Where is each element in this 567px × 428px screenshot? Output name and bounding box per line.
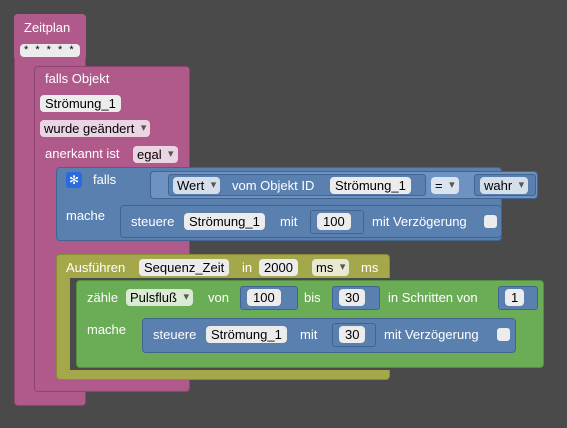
from-object-label: vom Objekt ID [232,178,315,193]
execute-name-field[interactable]: Sequenz_Zeit [139,259,230,276]
control1-value[interactable]: 100 [317,213,351,230]
execute-unit-dropdown[interactable]: ms [312,259,350,276]
loop-from-label: von [208,290,229,305]
schedule-field[interactable]: * * * * * [20,44,80,57]
execute-in-label: in [242,260,253,275]
control2-delay-label: mit Verzögerung [384,327,479,342]
loop-step-value[interactable]: 1 [505,289,525,306]
control2-delay-checkbox[interactable] [497,328,510,341]
operator-dropdown[interactable]: = [431,177,459,194]
if-label: falls [93,172,117,187]
loop-step-label: in Schritten von [388,290,478,305]
then-label: mache [66,208,106,223]
loop-to-block[interactable]: 30 [332,286,380,310]
ack-dropdown[interactable]: egal [133,146,178,163]
on-change-object-field[interactable]: Strömung_1 [40,95,121,112]
loop-from-block[interactable]: 100 [240,286,298,310]
loop-step-block[interactable]: 1 [498,286,538,310]
execute-time-field[interactable]: 2000 [259,259,298,276]
control1-delay-label: mit Verzögerung [372,214,467,229]
control2-value-block[interactable]: 30 [332,323,376,347]
on-change-title: falls Objekt [45,71,110,86]
gear-icon[interactable]: ✻ [66,172,82,188]
compare-value-dropdown[interactable]: wahr [480,177,529,194]
if-object-field[interactable]: Strömung_1 [330,177,411,194]
control1-with-label: mit [280,214,298,229]
control2-value[interactable]: 30 [339,326,366,343]
loop-count-label: zähle [87,290,119,305]
control2-with-label: mit [300,327,318,342]
loop-from-value[interactable]: 100 [247,289,281,306]
control2-label: steuere [153,327,197,342]
control1-object-field[interactable]: Strömung_1 [184,213,265,230]
ack-label: anerkannt ist [45,146,120,161]
control1-label: steuere [131,214,175,229]
loop-var-dropdown[interactable]: Pulsfluß [126,289,193,306]
control1-delay-checkbox[interactable] [484,215,497,228]
value-dropdown[interactable]: Wert [173,177,221,194]
execute-label: Ausführen [66,260,126,275]
zeitplan-label: Zeitplan [24,20,71,35]
control2-object-field[interactable]: Strömung_1 [206,326,287,343]
change-type-dropdown[interactable]: wurde geändert [40,120,151,137]
loop-do-label: mache [87,322,127,337]
loop-to-label: bis [304,290,321,305]
execute-unit-text: ms [361,260,379,275]
control1-value-block[interactable]: 100 [310,210,364,234]
loop-to-value[interactable]: 30 [339,289,366,306]
